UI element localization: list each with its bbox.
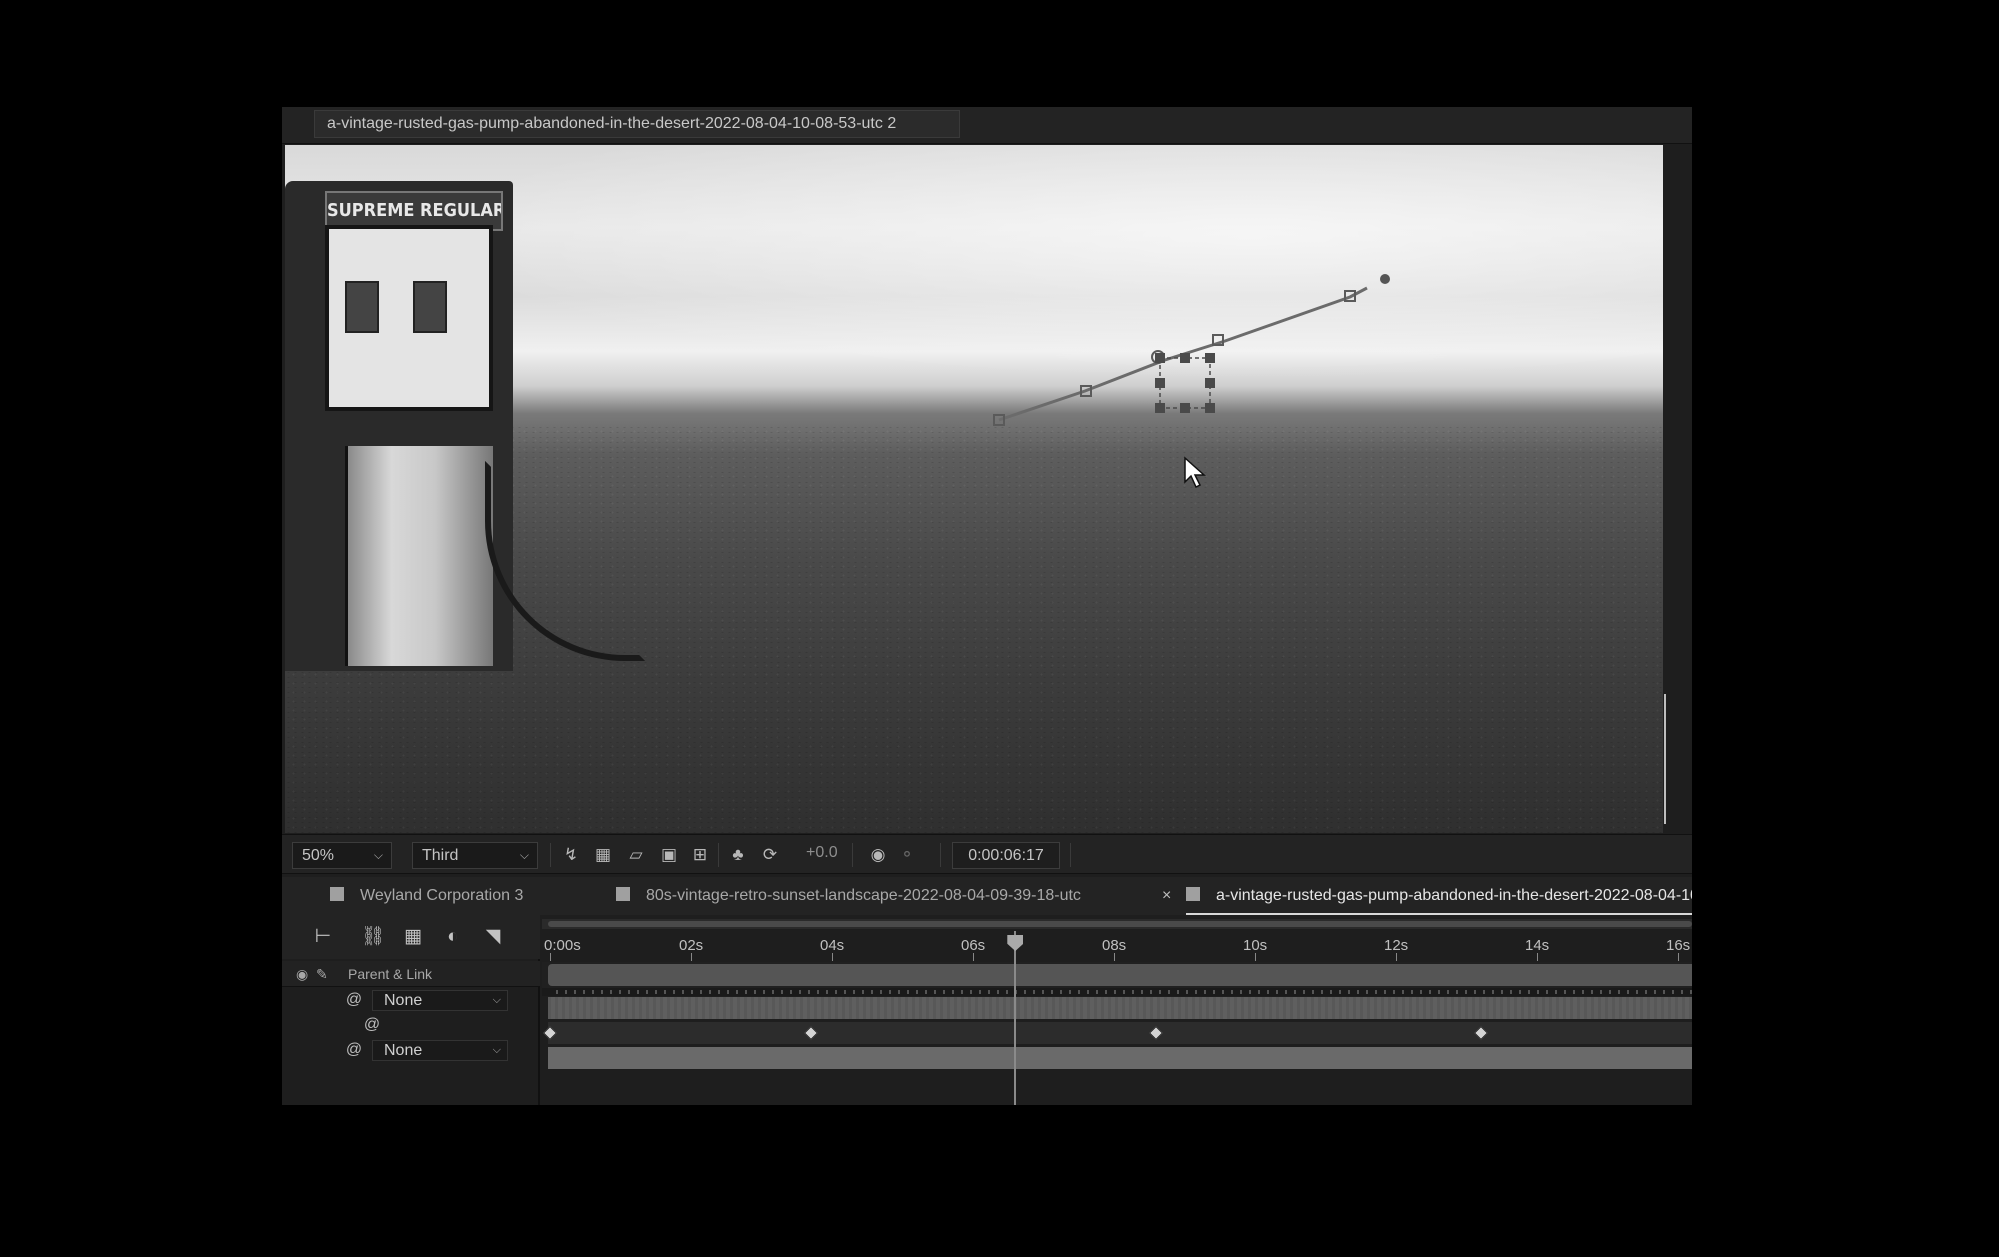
timeline-graph-area[interactable]: 0:00s 02s 04s 06s 08s 10s 12s 14s 16s	[542, 915, 1692, 1105]
chevron-down-icon: ⌵	[492, 994, 501, 1006]
frame-blending-icon[interactable]: ▦	[400, 925, 426, 949]
work-area-bar[interactable]	[542, 919, 1692, 929]
layer-duration-bar[interactable]	[548, 964, 1692, 986]
fast-previews-icon[interactable]: ↯	[560, 845, 582, 865]
motion-blur-icon[interactable]: ◐	[440, 925, 466, 949]
divider	[718, 843, 719, 867]
grid-guides-icon[interactable]: ⊞	[689, 845, 711, 865]
ruler-tick	[832, 953, 833, 961]
ruler-tick	[1255, 953, 1256, 961]
composition-color-swatch	[616, 887, 630, 901]
ruler-tick	[1537, 953, 1538, 961]
current-time-indicator[interactable]	[1014, 931, 1017, 1105]
tab-label: a-vintage-rusted-gas-pump-abandoned-in-t…	[1216, 887, 1692, 904]
ruler-label: 0:00s	[544, 937, 581, 954]
divider	[852, 843, 853, 867]
layer-column-header: ◉ ✎ Parent & Link	[282, 961, 540, 987]
lock-switch-icon[interactable]: ✎	[316, 961, 328, 987]
color-channels-icon[interactable]: ♣	[727, 845, 749, 865]
ruler-label: 06s	[961, 937, 986, 954]
timeline-toolbar: ⊢ ⛓ ▦ ◐ ◥	[282, 915, 540, 959]
magnification-dropdown[interactable]: 50% ⌵	[292, 842, 392, 869]
chevron-down-icon: ⌵	[373, 848, 383, 862]
timeline-layer-panel: ⊢ ⛓ ▦ ◐ ◥ ◉ ✎ Parent & Link @ None ⌵ @ @…	[282, 915, 540, 1105]
ruler-tick	[691, 953, 692, 961]
composition-color-swatch	[330, 887, 344, 901]
close-icon[interactable]: ×	[1162, 887, 1171, 905]
time-ruler[interactable]: 0:00s 02s 04s 06s 08s 10s 12s 14s 16s	[542, 931, 1692, 961]
ruler-label: 12s	[1384, 937, 1409, 954]
layer-bounding-box[interactable]	[1155, 353, 1215, 413]
composition-viewer-tab[interactable]: a-vintage-rusted-gas-pump-abandoned-in-t…	[314, 110, 960, 138]
parent-dropdown[interactable]: None ⌵	[372, 1040, 508, 1061]
composition-flowchart-icon[interactable]: ⊢	[310, 925, 336, 949]
video-switch-icon[interactable]: ◉	[296, 961, 308, 987]
after-effects-window: a-vintage-rusted-gas-pump-abandoned-in-t…	[282, 107, 1692, 1105]
composition-viewport[interactable]: SUPREME REGULAR	[285, 145, 1665, 833]
tab-label: 80s-vintage-retro-sunset-landscape-2022-…	[646, 887, 1081, 904]
ruler-tick	[1396, 953, 1397, 961]
layer-track[interactable]	[548, 1047, 1692, 1069]
viewport-scrollbar-area[interactable]	[1663, 145, 1692, 833]
parent-value: None	[384, 992, 423, 1009]
layer-row[interactable]: @ None ⌵	[282, 1038, 540, 1063]
ruler-label: 08s	[1102, 937, 1127, 954]
ruler-label: 04s	[820, 937, 845, 954]
layer-row[interactable]: @ None ⌵	[282, 988, 540, 1013]
ruler-tick	[1114, 953, 1115, 961]
graph-editor-icon[interactable]: ◥	[480, 925, 506, 949]
ruler-tick	[973, 953, 974, 961]
parent-value: None	[384, 1042, 423, 1059]
work-area-fill[interactable]	[548, 921, 1692, 927]
ruler-tick	[550, 953, 551, 961]
pickwhip-spiral-icon[interactable]: @	[344, 990, 364, 1010]
divider	[550, 843, 551, 867]
parent-dropdown[interactable]: None ⌵	[372, 990, 508, 1011]
chevron-down-icon: ⌵	[492, 1044, 501, 1056]
exposure-value[interactable]: +0.0	[806, 844, 838, 862]
chevron-down-icon: ⌵	[519, 848, 529, 862]
snapshot-icon[interactable]: ◉	[867, 845, 889, 865]
bezier-tangent-handle[interactable]	[1380, 274, 1390, 284]
viewer-controls-bar: 50% ⌵ Third ⌵ ↯ ▦ ▱ ▣ ⊞ ♣ ⟳ +0.0 ◉ ⚬ 0:0…	[282, 834, 1692, 874]
ruler-tick	[1678, 953, 1679, 961]
draft-3d-icon[interactable]: ⛓	[360, 925, 386, 949]
divider	[940, 843, 941, 867]
resolution-value: Third	[422, 847, 459, 864]
timeline-tab-bar: Weyland Corporation 3 80s-vintage-retro-…	[282, 877, 1692, 915]
tab-gas-pump-composition[interactable]: a-vintage-rusted-gas-pump-abandoned-in-t…	[1186, 877, 1692, 915]
composition-color-swatch	[1186, 887, 1200, 901]
divider	[1070, 843, 1071, 867]
ruler-label: 02s	[679, 937, 704, 954]
vertical-scrollbar[interactable]	[1664, 694, 1666, 824]
current-time-display[interactable]: 0:00:06:17	[952, 842, 1060, 869]
tab-weyland-corporation-3[interactable]: Weyland Corporation 3	[330, 877, 530, 915]
mask-path-icon[interactable]: ▱	[625, 845, 647, 865]
tab-80s-vintage-sunset[interactable]: 80s-vintage-retro-sunset-landscape-2022-…	[616, 877, 1106, 915]
region-of-interest-icon[interactable]: ▣	[658, 845, 680, 865]
mouse-cursor-icon	[1184, 456, 1206, 489]
pickwhip-spiral-icon[interactable]: @	[344, 1040, 364, 1060]
tab-label: Weyland Corporation 3	[360, 887, 524, 904]
viewer-title-bar: a-vintage-rusted-gas-pump-abandoned-in-t…	[282, 107, 1692, 144]
ruler-label: 16s	[1666, 937, 1691, 954]
ruler-label: 14s	[1525, 937, 1550, 954]
layer-row[interactable]: @	[282, 1013, 540, 1038]
ruler-label: 10s	[1243, 937, 1268, 954]
marker-strip	[542, 988, 1692, 996]
parent-link-header[interactable]: Parent & Link	[348, 961, 432, 987]
pickwhip-spiral-icon[interactable]: @	[362, 1015, 382, 1035]
magnification-value: 50%	[302, 847, 335, 864]
show-snapshot-icon[interactable]: ⚬	[896, 845, 918, 865]
layer-track[interactable]	[548, 997, 1692, 1019]
resolution-dropdown[interactable]: Third ⌵	[412, 842, 538, 869]
motion-path-overlay[interactable]	[285, 145, 1665, 833]
transparency-grid-icon[interactable]: ▦	[592, 845, 614, 865]
reset-exposure-icon[interactable]: ⟳	[759, 845, 781, 865]
property-track[interactable]	[548, 1022, 1692, 1044]
layer-duration-area	[542, 962, 1692, 988]
